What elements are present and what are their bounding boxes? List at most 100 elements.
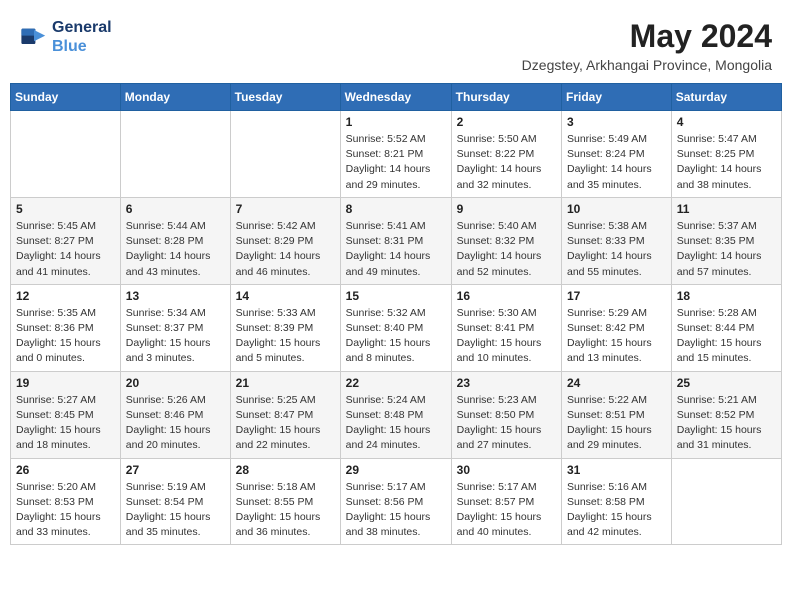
day-number: 15 [346, 289, 446, 303]
day-info: Sunrise: 5:42 AM Sunset: 8:29 PM Dayligh… [236, 219, 335, 280]
day-number: 5 [16, 202, 115, 216]
location-subtitle: Dzegstey, Arkhangai Province, Mongolia [522, 57, 772, 73]
day-number: 31 [567, 463, 666, 477]
day-number: 1 [346, 115, 446, 129]
day-info: Sunrise: 5:50 AM Sunset: 8:22 PM Dayligh… [457, 132, 556, 193]
weekday-header-thursday: Thursday [451, 84, 561, 111]
weekday-header-tuesday: Tuesday [230, 84, 340, 111]
calendar-cell: 25 Sunrise: 5:21 AM Sunset: 8:52 PM Dayli… [671, 371, 781, 458]
day-number: 8 [346, 202, 446, 216]
title-block: May 2024 Dzegstey, Arkhangai Province, M… [522, 18, 772, 73]
day-number: 28 [236, 463, 335, 477]
day-number: 3 [567, 115, 666, 129]
calendar-cell: 27 Sunrise: 5:19 AM Sunset: 8:54 PM Dayli… [120, 458, 230, 545]
weekday-header-sunday: Sunday [11, 84, 121, 111]
day-info: Sunrise: 5:34 AM Sunset: 8:37 PM Dayligh… [126, 306, 225, 367]
weekday-header-friday: Friday [562, 84, 672, 111]
calendar-cell: 8 Sunrise: 5:41 AM Sunset: 8:31 PM Daylig… [340, 197, 451, 284]
calendar-cell: 9 Sunrise: 5:40 AM Sunset: 8:32 PM Daylig… [451, 197, 561, 284]
calendar-cell: 4 Sunrise: 5:47 AM Sunset: 8:25 PM Daylig… [671, 111, 781, 198]
weekday-header-row: SundayMondayTuesdayWednesdayThursdayFrid… [11, 84, 782, 111]
calendar-cell: 5 Sunrise: 5:45 AM Sunset: 8:27 PM Daylig… [11, 197, 121, 284]
day-number: 18 [677, 289, 776, 303]
calendar-cell: 26 Sunrise: 5:20 AM Sunset: 8:53 PM Dayli… [11, 458, 121, 545]
calendar-cell: 17 Sunrise: 5:29 AM Sunset: 8:42 PM Dayli… [562, 284, 672, 371]
calendar-week-1: 1Sunrise: 5:52 AM Sunset: 8:21 PM Daylig… [11, 111, 782, 198]
calendar-cell: 18 Sunrise: 5:28 AM Sunset: 8:44 PM Dayli… [671, 284, 781, 371]
day-info: Sunrise: 5:47 AM Sunset: 8:25 PM Dayligh… [677, 132, 776, 193]
calendar-cell: 16Sunrise: 5:30 AM Sunset: 8:41 PM Dayli… [451, 284, 561, 371]
day-number: 4 [677, 115, 776, 129]
day-number: 9 [457, 202, 556, 216]
calendar-cell: 7 Sunrise: 5:42 AM Sunset: 8:29 PM Daylig… [230, 197, 340, 284]
day-number: 11 [677, 202, 776, 216]
day-info: Sunrise: 5:49 AM Sunset: 8:24 PM Dayligh… [567, 132, 666, 193]
day-number: 29 [346, 463, 446, 477]
calendar-cell: 29Sunrise: 5:17 AM Sunset: 8:56 PM Dayli… [340, 458, 451, 545]
page-header: General Blue May 2024 Dzegstey, Arkhanga… [10, 10, 782, 77]
day-info: Sunrise: 5:17 AM Sunset: 8:57 PM Dayligh… [457, 480, 556, 541]
day-number: 12 [16, 289, 115, 303]
day-info: Sunrise: 5:18 AM Sunset: 8:55 PM Dayligh… [236, 480, 335, 541]
day-number: 25 [677, 376, 776, 390]
day-number: 7 [236, 202, 335, 216]
logo-icon [20, 23, 48, 51]
day-info: Sunrise: 5:45 AM Sunset: 8:27 PM Dayligh… [16, 219, 115, 280]
calendar-cell [230, 111, 340, 198]
calendar-cell: 13Sunrise: 5:34 AM Sunset: 8:37 PM Dayli… [120, 284, 230, 371]
calendar-cell: 12 Sunrise: 5:35 AM Sunset: 8:36 PM Dayli… [11, 284, 121, 371]
calendar-cell [671, 458, 781, 545]
day-number: 6 [126, 202, 225, 216]
day-number: 16 [457, 289, 556, 303]
day-number: 26 [16, 463, 115, 477]
day-info: Sunrise: 5:37 AM Sunset: 8:35 PM Dayligh… [677, 219, 776, 280]
day-info: Sunrise: 5:24 AM Sunset: 8:48 PM Dayligh… [346, 393, 446, 454]
day-number: 21 [236, 376, 335, 390]
calendar-week-3: 12 Sunrise: 5:35 AM Sunset: 8:36 PM Dayli… [11, 284, 782, 371]
calendar-cell: 30 Sunrise: 5:17 AM Sunset: 8:57 PM Dayli… [451, 458, 561, 545]
day-info: Sunrise: 5:44 AM Sunset: 8:28 PM Dayligh… [126, 219, 225, 280]
day-info: Sunrise: 5:32 AM Sunset: 8:40 PM Dayligh… [346, 306, 446, 367]
day-info: Sunrise: 5:19 AM Sunset: 8:54 PM Dayligh… [126, 480, 225, 541]
day-info: Sunrise: 5:33 AM Sunset: 8:39 PM Dayligh… [236, 306, 335, 367]
day-info: Sunrise: 5:23 AM Sunset: 8:50 PM Dayligh… [457, 393, 556, 454]
day-info: Sunrise: 5:16 AM Sunset: 8:58 PM Dayligh… [567, 480, 666, 541]
day-number: 30 [457, 463, 556, 477]
day-number: 19 [16, 376, 115, 390]
day-number: 23 [457, 376, 556, 390]
day-number: 10 [567, 202, 666, 216]
calendar-table: SundayMondayTuesdayWednesdayThursdayFrid… [10, 83, 782, 545]
day-info: Sunrise: 5:35 AM Sunset: 8:36 PM Dayligh… [16, 306, 115, 367]
day-number: 14 [236, 289, 335, 303]
calendar-cell: 24Sunrise: 5:22 AM Sunset: 8:51 PM Dayli… [562, 371, 672, 458]
calendar-cell [11, 111, 121, 198]
day-info: Sunrise: 5:28 AM Sunset: 8:44 PM Dayligh… [677, 306, 776, 367]
calendar-cell: 28 Sunrise: 5:18 AM Sunset: 8:55 PM Dayli… [230, 458, 340, 545]
day-info: Sunrise: 5:41 AM Sunset: 8:31 PM Dayligh… [346, 219, 446, 280]
day-info: Sunrise: 5:21 AM Sunset: 8:52 PM Dayligh… [677, 393, 776, 454]
calendar-cell: 23 Sunrise: 5:23 AM Sunset: 8:50 PM Dayli… [451, 371, 561, 458]
calendar-week-4: 19Sunrise: 5:27 AM Sunset: 8:45 PM Dayli… [11, 371, 782, 458]
month-year-title: May 2024 [522, 18, 772, 55]
day-number: 24 [567, 376, 666, 390]
day-info: Sunrise: 5:29 AM Sunset: 8:42 PM Dayligh… [567, 306, 666, 367]
calendar-cell: 3 Sunrise: 5:49 AM Sunset: 8:24 PM Daylig… [562, 111, 672, 198]
calendar-cell: 10Sunrise: 5:38 AM Sunset: 8:33 PM Dayli… [562, 197, 672, 284]
calendar-cell: 6 Sunrise: 5:44 AM Sunset: 8:28 PM Daylig… [120, 197, 230, 284]
calendar-cell: 22Sunrise: 5:24 AM Sunset: 8:48 PM Dayli… [340, 371, 451, 458]
calendar-week-2: 5 Sunrise: 5:45 AM Sunset: 8:27 PM Daylig… [11, 197, 782, 284]
day-info: Sunrise: 5:26 AM Sunset: 8:46 PM Dayligh… [126, 393, 225, 454]
weekday-header-saturday: Saturday [671, 84, 781, 111]
day-number: 20 [126, 376, 225, 390]
day-number: 2 [457, 115, 556, 129]
calendar-cell: 31 Sunrise: 5:16 AM Sunset: 8:58 PM Dayli… [562, 458, 672, 545]
weekday-header-wednesday: Wednesday [340, 84, 451, 111]
calendar-cell: 14 Sunrise: 5:33 AM Sunset: 8:39 PM Dayli… [230, 284, 340, 371]
calendar-cell [120, 111, 230, 198]
day-number: 27 [126, 463, 225, 477]
calendar-cell: 21Sunrise: 5:25 AM Sunset: 8:47 PM Dayli… [230, 371, 340, 458]
day-info: Sunrise: 5:40 AM Sunset: 8:32 PM Dayligh… [457, 219, 556, 280]
day-info: Sunrise: 5:20 AM Sunset: 8:53 PM Dayligh… [16, 480, 115, 541]
day-number: 17 [567, 289, 666, 303]
logo: General Blue [20, 18, 112, 56]
